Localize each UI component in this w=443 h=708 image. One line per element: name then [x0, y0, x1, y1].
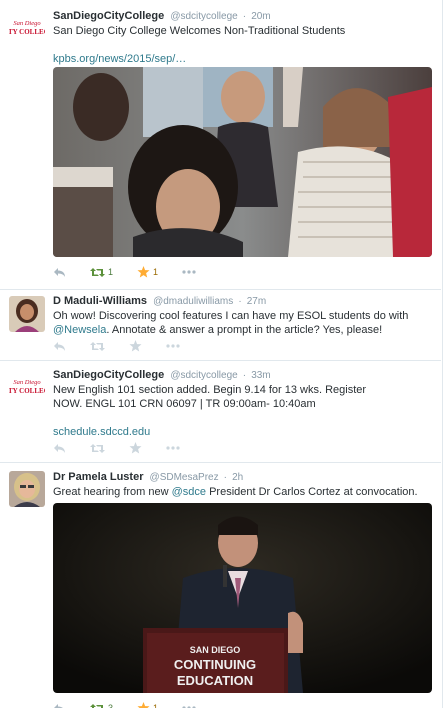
favorite-button[interactable]: 1	[137, 702, 158, 708]
tweet-text-part: Great hearing from new	[53, 486, 172, 498]
retweet-button[interactable]	[90, 341, 105, 352]
podium-line2: CONTINUING	[174, 657, 256, 672]
avatar-dmaduliwilliams[interactable]	[9, 296, 45, 332]
more-button[interactable]	[166, 344, 180, 348]
tweet-timestamp[interactable]: 2h	[232, 472, 243, 483]
retweet-count: 3	[108, 703, 114, 708]
podium-line3: EDUCATION	[177, 673, 253, 688]
tweet-photo[interactable]: SAN DIEGO CONTINUING EDUCATION	[53, 503, 432, 693]
tweet-timestamp[interactable]: 27m	[247, 296, 266, 307]
star-icon	[137, 702, 150, 708]
tweet-link[interactable]: kpbs.org/news/2015/sep/…	[53, 52, 431, 66]
svg-text:San Diego: San Diego	[13, 379, 41, 386]
more-dots-icon	[166, 344, 180, 348]
tweet-username[interactable]: @sdcitycollege	[170, 370, 237, 381]
star-icon	[137, 266, 150, 278]
tweet-text: New English 101 section added. Begin 9.1…	[53, 384, 367, 410]
tweet-text: Oh wow! Discovering cool features I can …	[53, 309, 431, 337]
tweet-item[interactable]: Dr Pamela Luster @SDMesaPrez · 2h Great …	[0, 463, 441, 708]
svg-text:San Diego: San Diego	[13, 20, 41, 27]
profile-photo-icon	[9, 296, 45, 332]
star-icon	[129, 340, 142, 352]
tweet-username[interactable]: @dmaduliwilliams	[153, 296, 233, 307]
retweet-button[interactable]: 1	[90, 267, 113, 278]
retweet-icon	[90, 703, 103, 708]
avatar-sdmesaprez[interactable]	[9, 471, 45, 507]
star-icon	[129, 442, 142, 454]
tweet-timestamp[interactable]: 33m	[251, 370, 270, 381]
more-dots-icon	[182, 270, 196, 274]
reply-button[interactable]	[53, 443, 66, 454]
favorite-button[interactable]	[129, 340, 142, 352]
tweet-item[interactable]: D Maduli-Williams @dmaduliwilliams · 27m…	[0, 290, 441, 361]
mention-link[interactable]: @sdce	[172, 486, 206, 498]
more-dots-icon	[166, 446, 180, 450]
tweet-link[interactable]: schedule.sdccd.edu	[53, 425, 431, 439]
avatar-sdcitycollege[interactable]: San Diego CITY COLLEGE	[9, 10, 45, 46]
retweet-icon	[90, 341, 105, 351]
tweet-fullname[interactable]: SanDiegoCityCollege	[53, 10, 164, 22]
tweet-actions	[53, 339, 204, 353]
tweet-username[interactable]: @SDMesaPrez	[150, 472, 219, 483]
svg-text:CITY COLLEGE: CITY COLLEGE	[9, 387, 45, 395]
tweet-photo[interactable]	[53, 67, 432, 257]
favorite-count: 1	[153, 703, 159, 708]
tweet-actions: 3 1	[53, 701, 220, 708]
tweet-timestamp[interactable]: 20m	[251, 11, 270, 22]
city-college-logo-icon: San Diego CITY COLLEGE	[9, 369, 45, 405]
retweet-button[interactable]: 3	[90, 703, 113, 708]
podium-line1: SAN DIEGO	[190, 645, 241, 655]
reply-icon	[54, 267, 65, 277]
tweet-fullname[interactable]: D Maduli-Williams	[53, 295, 147, 307]
city-college-logo-icon: San Diego CITY COLLEGE	[9, 10, 45, 46]
tweet-fullname[interactable]: SanDiegoCityCollege	[53, 369, 164, 381]
reply-icon	[54, 443, 65, 453]
tweet-item[interactable]: San Diego CITY COLLEGE SanDiegoCityColle…	[0, 0, 441, 290]
mention-link[interactable]: @Newsela	[53, 324, 106, 336]
tweet-actions: 1 1	[53, 265, 220, 279]
avatar-sdcitycollege[interactable]: San Diego CITY COLLEGE	[9, 369, 45, 405]
svg-text:CITY COLLEGE: CITY COLLEGE	[9, 28, 45, 36]
more-button[interactable]	[166, 446, 180, 450]
tweet-item[interactable]: San Diego CITY COLLEGE SanDiegoCityColle…	[0, 361, 441, 463]
favorite-button[interactable]	[129, 442, 142, 454]
reply-icon	[54, 341, 65, 351]
tweet-text: San Diego City College Welcomes Non-Trad…	[53, 25, 346, 37]
tweet-fullname[interactable]: Dr Pamela Luster	[53, 471, 143, 483]
reply-button[interactable]	[53, 341, 66, 352]
more-button[interactable]	[182, 270, 196, 274]
reply-icon	[54, 703, 64, 708]
favorite-count: 1	[153, 267, 159, 277]
tweet-text: Great hearing from new @sdce President D…	[53, 485, 431, 499]
timeline: San Diego CITY COLLEGE SanDiegoCityColle…	[0, 0, 443, 708]
reply-button[interactable]	[53, 703, 66, 708]
tweet-text-part: President Dr Carlos Cortez at convocatio…	[206, 486, 418, 498]
tweet-text-part: Oh wow! Discovering cool features I can …	[53, 310, 409, 322]
retweet-count: 1	[108, 267, 114, 277]
tweet-username[interactable]: @sdcitycollege	[170, 11, 237, 22]
reply-button[interactable]	[53, 267, 66, 278]
profile-photo-icon	[9, 471, 45, 507]
tweet-text-part: . Annotate & answer a prompt in the arti…	[106, 324, 383, 336]
favorite-button[interactable]: 1	[137, 266, 158, 278]
retweet-button[interactable]	[90, 443, 105, 454]
retweet-icon	[90, 443, 105, 453]
retweet-icon	[90, 267, 105, 277]
tweet-actions	[53, 441, 204, 455]
